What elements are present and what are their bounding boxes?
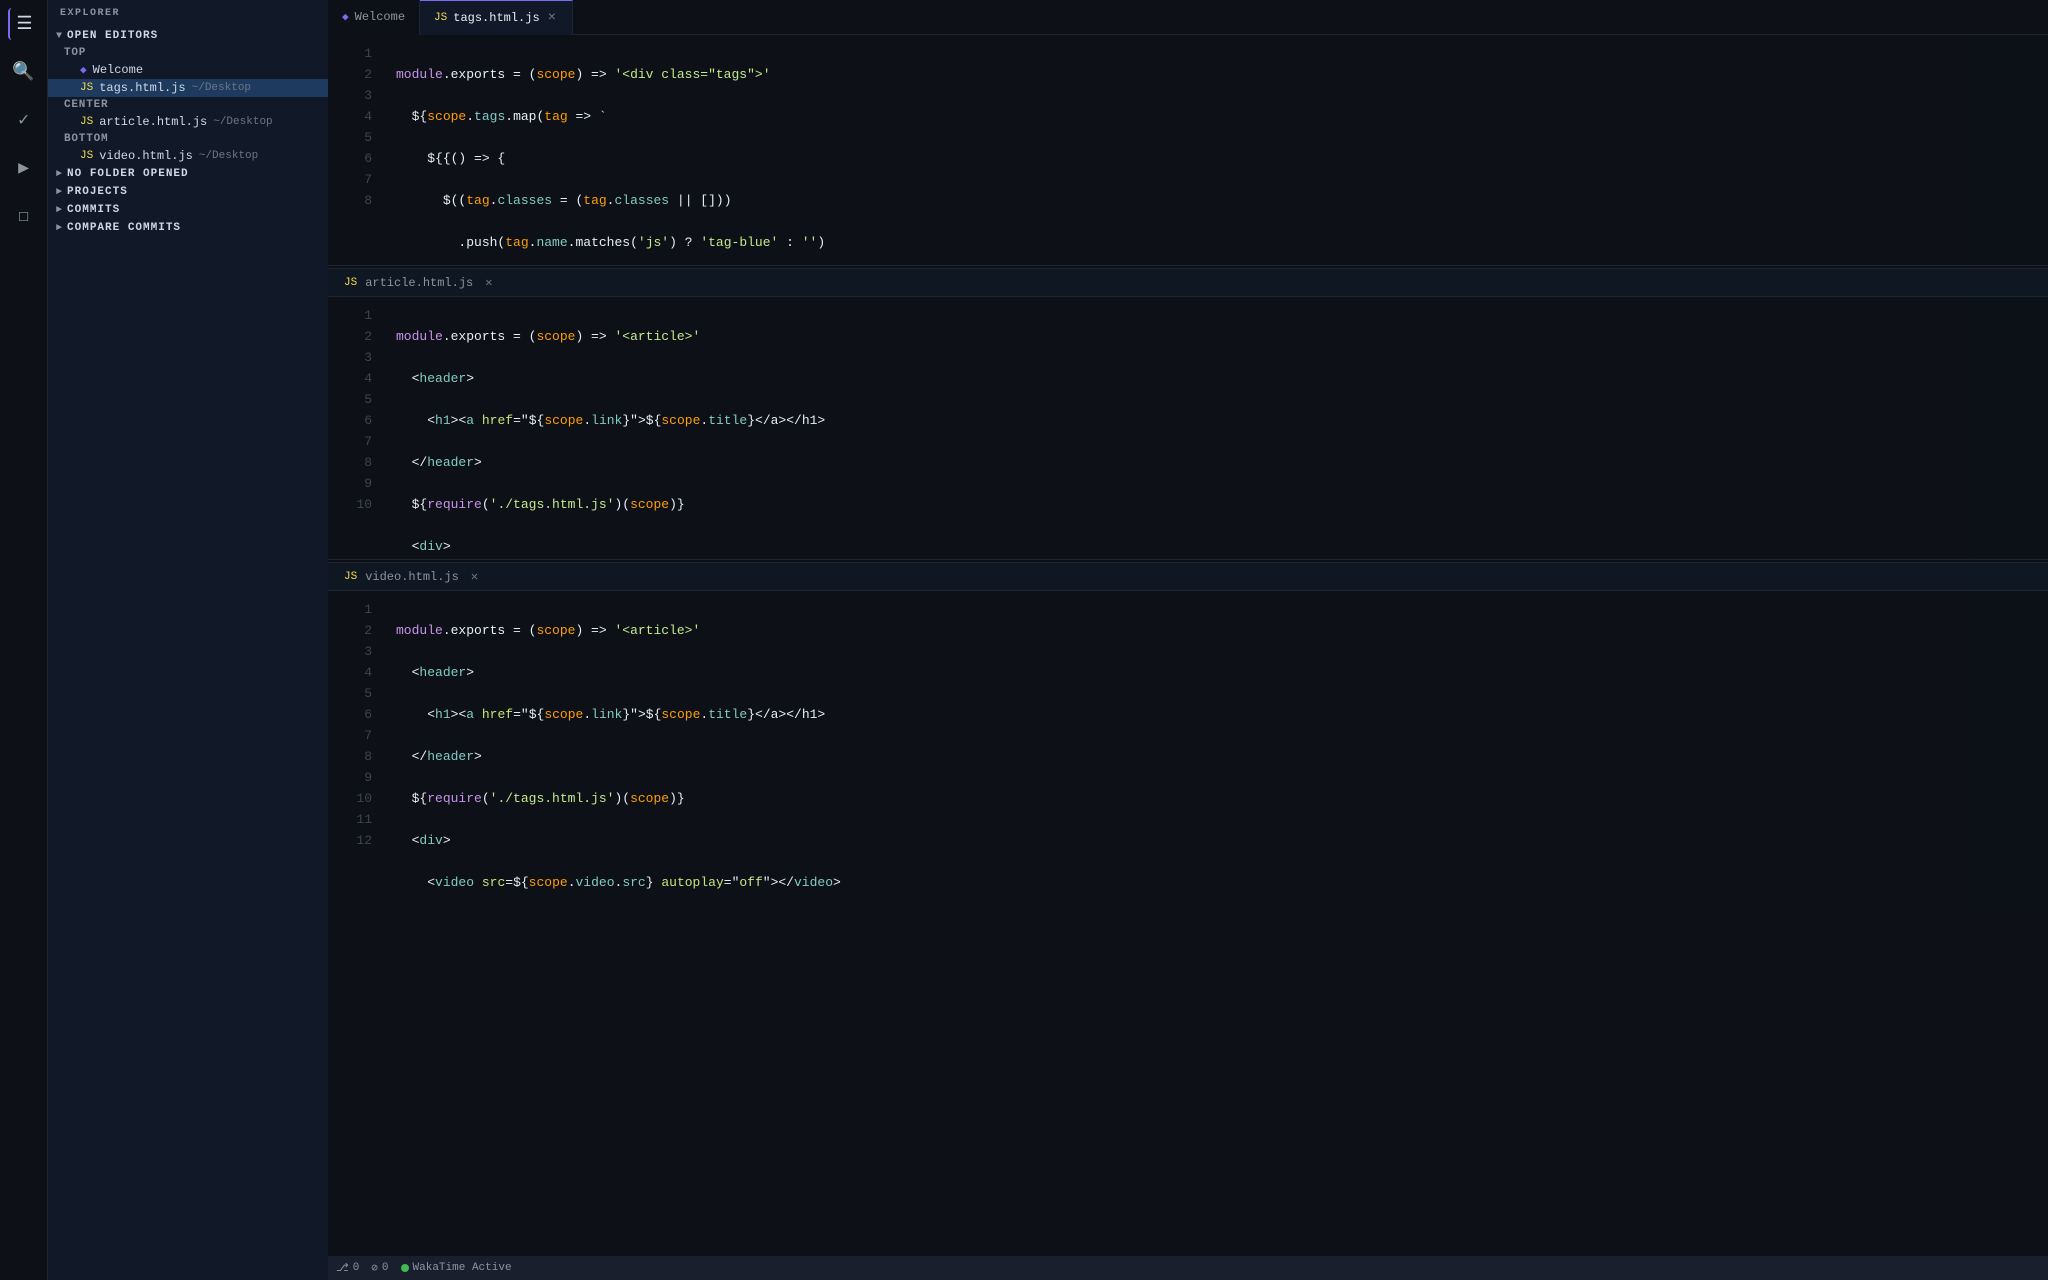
video-pane-icon: JS (344, 571, 357, 583)
error-icon: ⊘ (371, 1261, 378, 1275)
tags-tab-label: tags.html.js (453, 11, 539, 25)
compare-commits-section[interactable]: ► COMPARE COMMITS (48, 219, 328, 237)
projects-section[interactable]: ► PROJECTS (48, 183, 328, 201)
sidebar: EXPLORER ▼ OPEN EDITORS TOP ◆ Welcome JS… (48, 0, 328, 1280)
subsection-top: TOP (48, 45, 328, 61)
extensions-icon[interactable]: ☐ (8, 200, 40, 232)
open-editors-arrow: ▼ (56, 31, 63, 42)
video-pane-close[interactable]: ✕ (471, 569, 478, 584)
article-pane-close[interactable]: ✕ (485, 275, 492, 290)
tags-filepath: ~/Desktop (192, 82, 251, 94)
activity-bar: ☰ 🔍 ✓ ▶ ☐ (0, 0, 48, 1280)
welcome-icon: ◆ (80, 63, 87, 77)
sidebar-title: EXPLORER (48, 0, 328, 27)
video-filepath: ~/Desktop (199, 150, 258, 162)
error-status: ⊘ 0 (371, 1261, 388, 1275)
explorer-icon[interactable]: ☰ (8, 8, 40, 40)
wakatime-label: WakaTime Active (413, 1262, 512, 1274)
tags-tab-icon: JS (434, 12, 447, 24)
sidebar-item-article[interactable]: JS article.html.js ~/Desktop (48, 113, 328, 131)
tab-tags[interactable]: JS tags.html.js × (420, 0, 573, 35)
subsection-center: CENTER (48, 97, 328, 113)
commits-section[interactable]: ► COMMITS (48, 201, 328, 219)
js-icon-tags: JS (80, 82, 93, 94)
sidebar-item-welcome[interactable]: ◆ Welcome (48, 61, 328, 79)
video-line-numbers: 123456789101112 (328, 591, 380, 903)
welcome-tab-label: Welcome (355, 10, 405, 24)
tab-welcome[interactable]: ◆ Welcome (328, 0, 420, 35)
welcome-tab-icon: ◆ (342, 10, 349, 24)
commits-label: COMMITS (67, 204, 120, 216)
video-code[interactable]: module.exports = (scope) => '<article>' … (380, 591, 1968, 903)
article-code[interactable]: module.exports = (scope) => '<article>' … (380, 297, 1968, 559)
article-pane-icon: JS (344, 277, 357, 289)
tags-line-numbers: 12345678 (328, 35, 380, 265)
video-pane-header: JS video.html.js ✕ (328, 563, 2048, 591)
article-filename: article.html.js (99, 115, 207, 129)
video-code-area: 123456789101112 module.exports = (scope)… (328, 591, 2048, 903)
no-folder-section[interactable]: ► NO FOLDER OPENED (48, 165, 328, 183)
tags-tab-close[interactable]: × (546, 11, 558, 25)
video-filename: video.html.js (99, 149, 193, 163)
article-minimap (1968, 297, 2048, 559)
status-bar: ⎇ 0 ⊘ 0 WakaTime Active (328, 1256, 2048, 1280)
sidebar-item-video[interactable]: JS video.html.js ~/Desktop (48, 147, 328, 165)
article-pane-filename: article.html.js (365, 276, 473, 290)
open-editors-section[interactable]: ▼ OPEN EDITORS (48, 27, 328, 45)
tags-filename: tags.html.js (99, 81, 185, 95)
branch-icon: ⎇ (336, 1261, 349, 1275)
tags-minimap (1968, 35, 2048, 265)
git-icon[interactable]: ✓ (8, 104, 40, 136)
js-icon-article: JS (80, 116, 93, 128)
video-pane-filename: video.html.js (365, 570, 459, 584)
compare-commits-label: COMPARE COMMITS (67, 222, 181, 234)
tags-code[interactable]: module.exports = (scope) => '<div class=… (380, 35, 1968, 265)
tags-editor-pane: 12345678 module.exports = (scope) => '<d… (328, 35, 2048, 265)
search-icon[interactable]: 🔍 (8, 56, 40, 88)
js-icon-video: JS (80, 150, 93, 162)
editor-wrapper: 12345678 module.exports = (scope) => '<d… (328, 35, 2048, 1280)
branch-count: 0 (353, 1262, 360, 1274)
article-line-numbers: 12345678910 (328, 297, 380, 559)
editors-scroll: 12345678 module.exports = (scope) => '<d… (328, 35, 2048, 1280)
projects-arrow: ► (56, 187, 63, 198)
no-folder-arrow: ► (56, 169, 63, 180)
sidebar-item-tags[interactable]: JS tags.html.js ~/Desktop (48, 79, 328, 97)
open-editors-label: OPEN EDITORS (67, 30, 158, 42)
git-status: ⎇ 0 (336, 1261, 359, 1275)
commits-arrow: ► (56, 205, 63, 216)
tab-bar: ◆ Welcome JS tags.html.js × (328, 0, 2048, 35)
video-editor-pane: JS video.html.js ✕ 123456789101112 modul… (328, 563, 2048, 903)
wakatime-status: WakaTime Active (401, 1262, 512, 1274)
article-pane-header: JS article.html.js ✕ (328, 269, 2048, 297)
debug-icon[interactable]: ▶ (8, 152, 40, 184)
article-filepath: ~/Desktop (213, 116, 272, 128)
video-minimap (1968, 591, 2048, 903)
article-editor-pane: JS article.html.js ✕ 12345678910 module.… (328, 269, 2048, 559)
article-code-area: 12345678910 module.exports = (scope) => … (328, 297, 2048, 559)
no-folder-label: NO FOLDER OPENED (67, 168, 189, 180)
subsection-bottom: BOTTOM (48, 131, 328, 147)
error-count: 0 (382, 1262, 389, 1274)
compare-commits-arrow: ► (56, 223, 63, 234)
projects-label: PROJECTS (67, 186, 128, 198)
welcome-label: Welcome (93, 63, 143, 77)
editor-area: ◆ Welcome JS tags.html.js × 12345678 mod… (328, 0, 2048, 1280)
wakatime-dot (401, 1264, 409, 1272)
